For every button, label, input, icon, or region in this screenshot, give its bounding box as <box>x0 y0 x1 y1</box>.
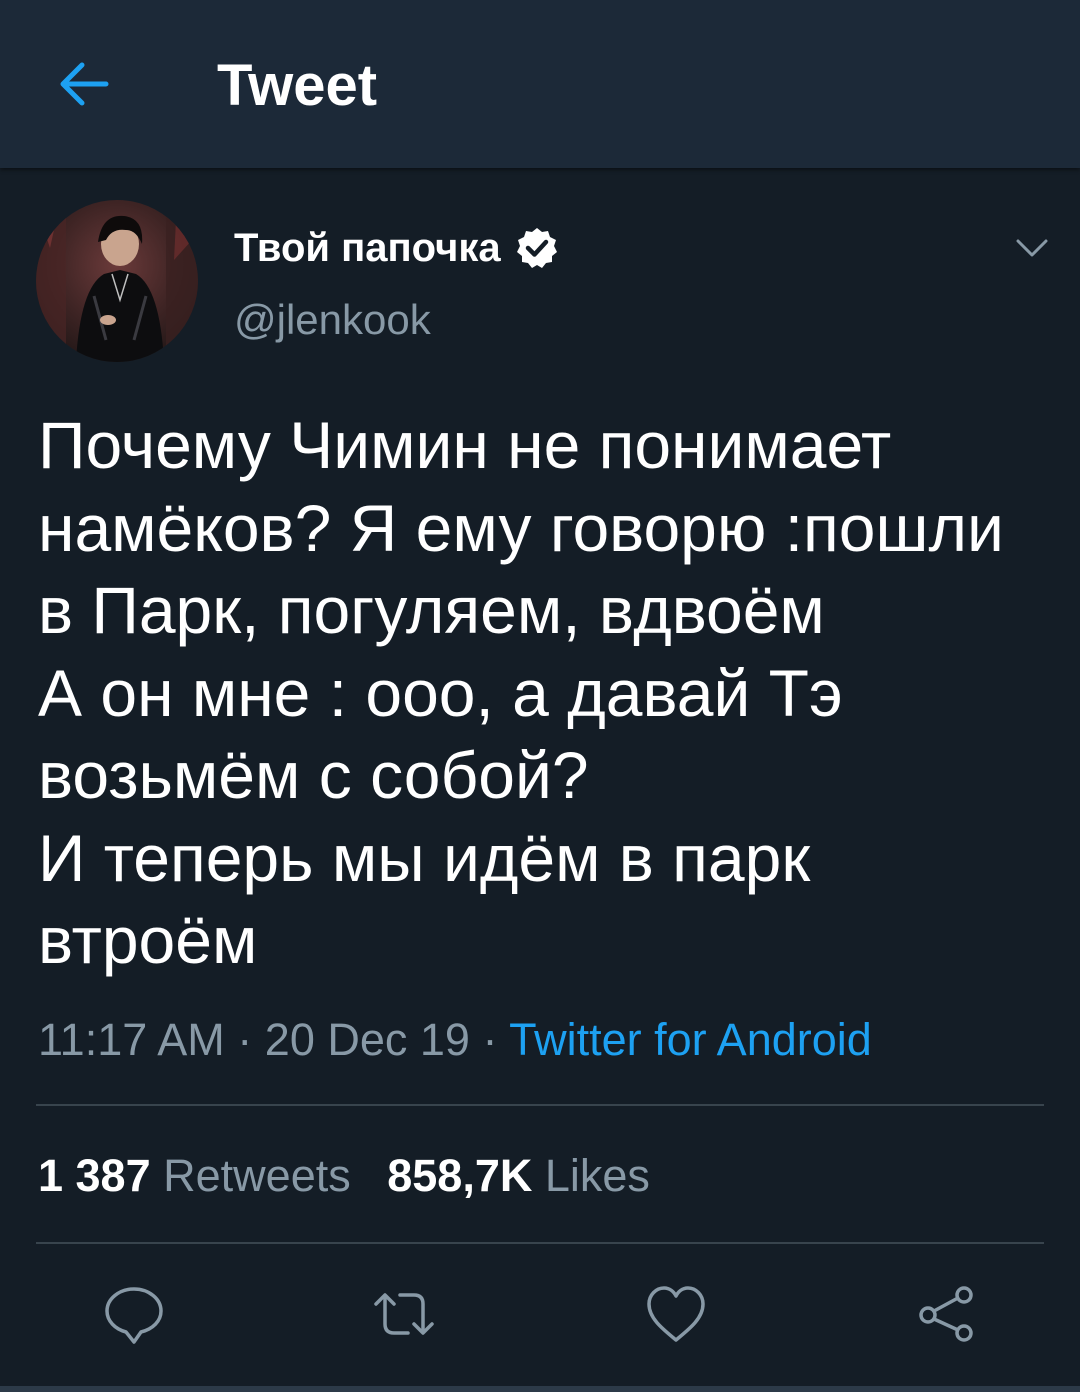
retweet-icon <box>374 1293 434 1335</box>
chevron-down-icon <box>1016 239 1048 257</box>
reply-icon <box>105 1287 163 1344</box>
retweets-count: 1 387 <box>38 1150 151 1201</box>
divider <box>36 1242 1044 1244</box>
tweet-text: Почему Чимин не понимает намёков? Я ему … <box>38 404 1048 982</box>
tweet-time: 11:17 AM <box>38 1014 225 1065</box>
retweet-button[interactable] <box>368 1278 440 1350</box>
tweet-text-line: втроём <box>38 903 258 977</box>
tweet-source-link[interactable]: Twitter for Android <box>509 1014 872 1065</box>
likes-label: Likes <box>544 1150 650 1201</box>
likes-count: 858,7K <box>387 1150 533 1201</box>
top-app-bar: Tweet <box>0 0 1080 168</box>
retweets-label: Retweets <box>163 1150 351 1201</box>
bottom-divider <box>0 1386 1080 1392</box>
like-button[interactable] <box>640 1278 712 1350</box>
avatar[interactable] <box>36 200 198 362</box>
reply-button[interactable] <box>98 1278 170 1350</box>
tweet-options-button[interactable] <box>1010 226 1054 270</box>
share-icon <box>919 1286 973 1342</box>
author-name-row[interactable]: Твой папочка <box>234 222 559 274</box>
retweets-stat[interactable]: 1 387 Retweets <box>38 1148 351 1204</box>
tweet-text-line: намёков? Я ему говорю :пошли <box>38 490 1004 565</box>
meta-separator: · <box>469 1014 510 1065</box>
tweet-text-line: А он мне : ооо, а давай Тэ <box>38 655 843 730</box>
tweet-meta: 11:17 AM · 20 Dec 19 · Twitter for Andro… <box>38 1012 872 1068</box>
tweet-date: 20 Dec 19 <box>264 1014 470 1065</box>
verified-badge-icon <box>516 228 557 268</box>
share-button[interactable] <box>910 1278 982 1350</box>
arrow-left-icon <box>60 62 109 106</box>
back-button[interactable] <box>52 52 116 116</box>
heart-icon <box>647 1286 705 1342</box>
divider <box>36 1104 1044 1106</box>
tweet-text-line: И теперь мы идём в парк <box>38 820 811 895</box>
tweet-text-line: Почему Чимин не понимает <box>38 408 892 482</box>
tweet-text-line: в Парк, погуляем, вдвоём <box>38 573 825 647</box>
user-handle[interactable]: @jlenkook <box>234 294 431 346</box>
meta-separator: · <box>224 1014 265 1065</box>
tweet-text-line: возьмём с собой? <box>38 738 589 812</box>
likes-stat[interactable]: 858,7K Likes <box>387 1148 650 1204</box>
display-name: Твой папочка <box>234 226 501 270</box>
page-title: Tweet <box>217 53 378 118</box>
tweet-stats: 1 387 Retweets 858,7K Likes <box>38 1148 650 1204</box>
